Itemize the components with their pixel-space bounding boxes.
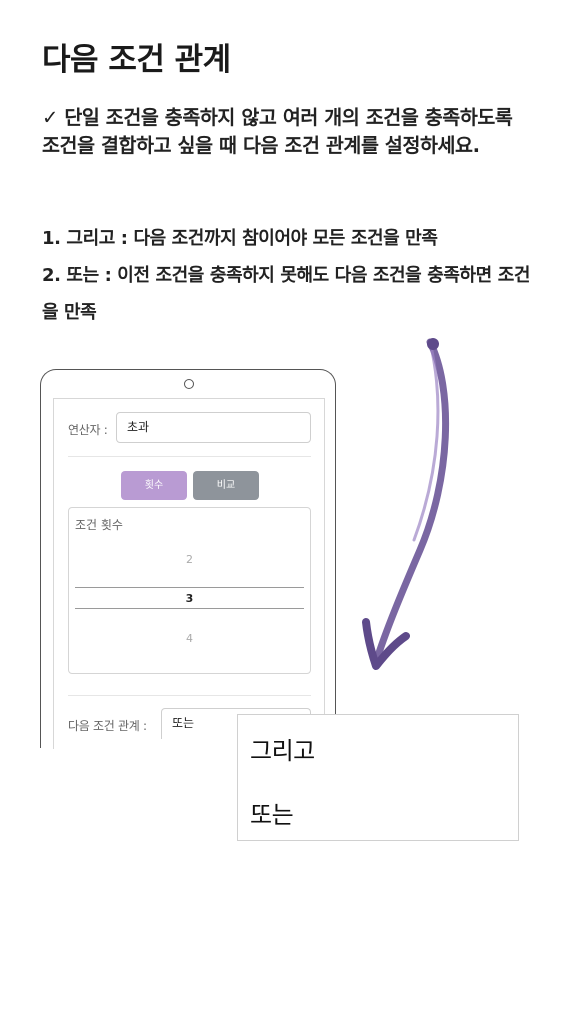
tablet-screen: 연산자 : 초과 횟수 비교 조건 횟수 2 3 4 다음 조건 관계 : 또는: [53, 398, 325, 749]
dropdown-option-or[interactable]: 또는: [250, 795, 294, 830]
picker-option[interactable]: 4: [69, 632, 310, 645]
arrow-icon: [362, 338, 450, 670]
picker-selected-option[interactable]: 3: [69, 592, 310, 605]
count-picker[interactable]: 조건 횟수 2 3 4: [68, 507, 311, 674]
operator-select[interactable]: 초과: [116, 412, 311, 443]
relation-dropdown-menu: 그리고 또는: [237, 714, 519, 841]
picker-title: 조건 횟수: [75, 518, 123, 532]
dropdown-option-and[interactable]: 그리고: [250, 731, 315, 766]
picker-option[interactable]: 2: [69, 553, 310, 566]
guide-page: 다음 조건 관계 ✓ 단일 조건을 충족하지 않고 여러 개의 조건을 충족하도…: [0, 0, 563, 1024]
tab-count[interactable]: 횟수: [121, 471, 187, 500]
relation-label: 다음 조건 관계 :: [68, 719, 147, 733]
picker-selection-line: [75, 608, 304, 609]
tablet-mockup: 연산자 : 초과 횟수 비교 조건 횟수 2 3 4 다음 조건 관계 : 또는: [40, 369, 336, 749]
divider: [68, 695, 311, 696]
camera-icon: [184, 379, 194, 389]
divider: [68, 456, 311, 457]
operator-label: 연산자 :: [68, 423, 108, 437]
picker-selection-line: [75, 587, 304, 588]
tab-compare[interactable]: 비교: [193, 471, 259, 500]
illustration: 연산자 : 초과 횟수 비교 조건 횟수 2 3 4 다음 조건 관계 : 또는: [0, 0, 563, 1024]
